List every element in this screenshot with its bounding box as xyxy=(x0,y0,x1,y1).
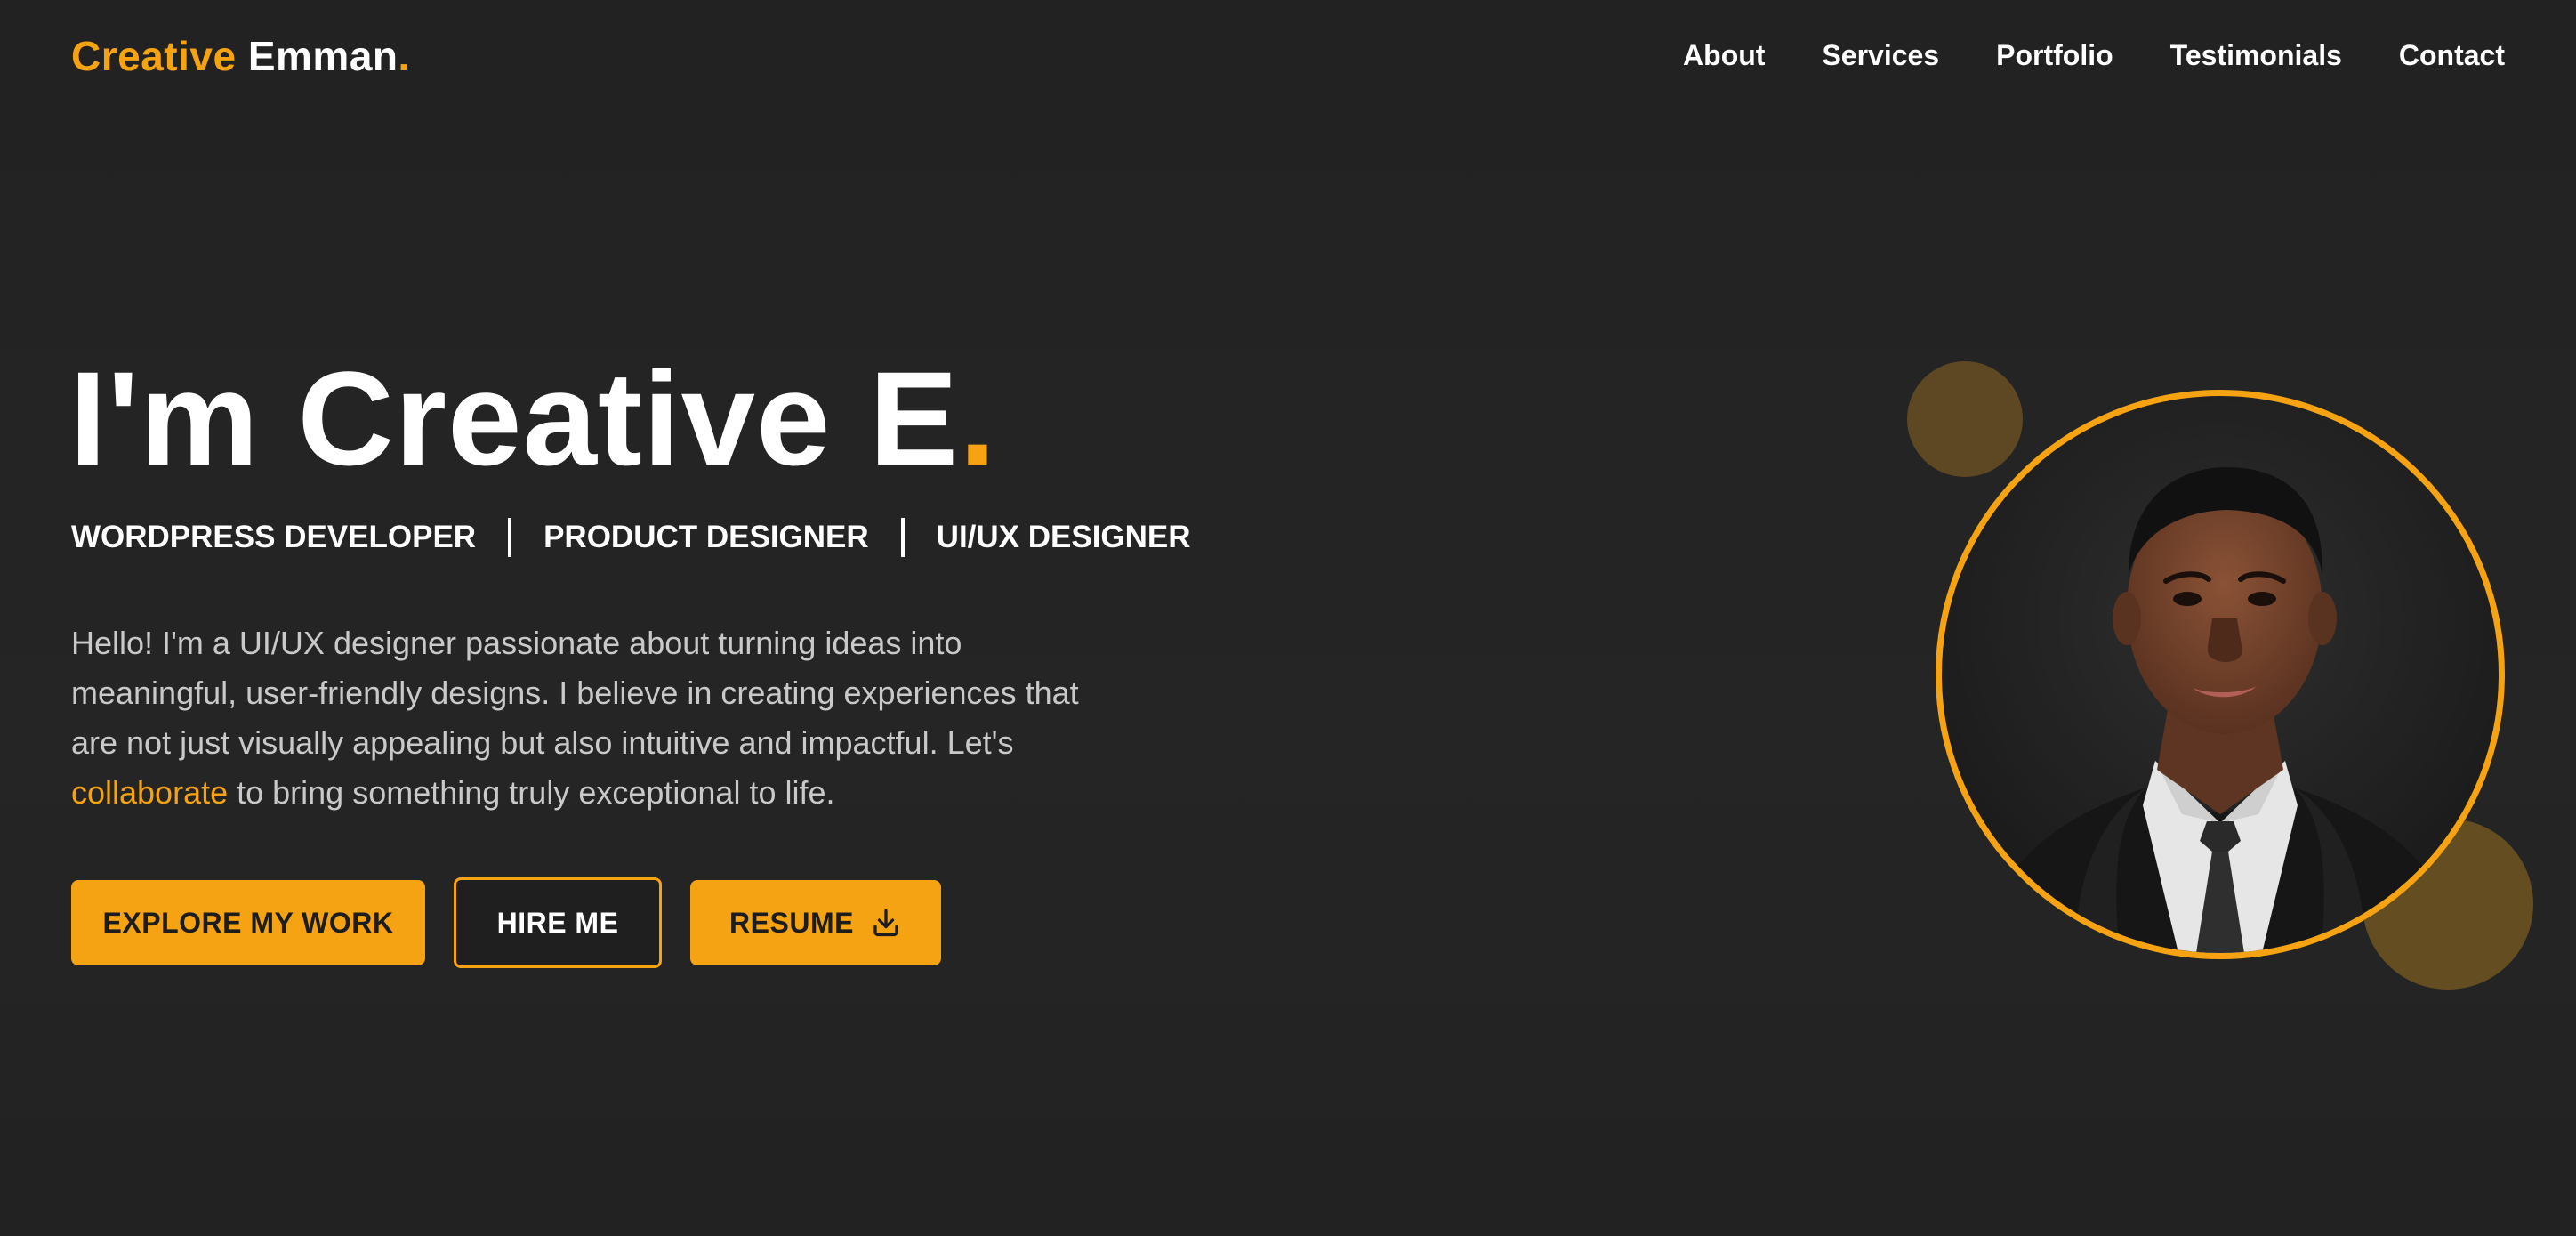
hire-me-button[interactable]: HIRE ME xyxy=(454,877,662,968)
page: Creative Emman. About Services Portfolio… xyxy=(0,0,2576,1236)
nav-contact[interactable]: Contact xyxy=(2399,39,2505,72)
nav-about[interactable]: About xyxy=(1683,39,1765,72)
hire-button-label: HIRE ME xyxy=(496,906,619,939)
hero-buttons: EXPLORE MY WORK HIRE ME RESUME xyxy=(71,877,941,968)
main-nav: About Services Portfolio Testimonials Co… xyxy=(1683,39,2505,72)
hero-title-dot: . xyxy=(959,343,997,493)
role-separator xyxy=(508,518,512,557)
logo[interactable]: Creative Emman. xyxy=(71,32,410,80)
hero-title: I'm Creative E. xyxy=(69,351,997,485)
nav-services[interactable]: Services xyxy=(1822,39,1939,72)
logo-dot: . xyxy=(398,33,410,79)
role-list: WORDPRESS DEVELOPER PRODUCT DESIGNER UI/… xyxy=(71,518,1191,557)
resume-button-label: RESUME xyxy=(729,906,854,939)
collaborate-link[interactable]: collaborate xyxy=(71,774,228,811)
nav-testimonials[interactable]: Testimonials xyxy=(2170,39,2342,72)
person-in-suit-image xyxy=(1977,467,2463,953)
role-wordpress-developer: WORDPRESS DEVELOPER xyxy=(71,520,477,554)
decorative-circle-small xyxy=(1907,361,2023,477)
role-separator xyxy=(900,518,905,557)
logo-name: Emman xyxy=(247,33,398,79)
intro-paragraph: Hello! I'm a UI/UX designer passionate a… xyxy=(71,618,1121,818)
explore-button-label: EXPLORE MY WORK xyxy=(102,906,394,939)
role-product-designer: PRODUCT DESIGNER xyxy=(543,520,869,554)
hero-title-text: I'm Creative E xyxy=(69,343,960,493)
download-icon xyxy=(873,909,898,937)
profile-portrait xyxy=(1936,390,2505,959)
logo-accent: Creative xyxy=(71,33,237,79)
nav-portfolio[interactable]: Portfolio xyxy=(1996,39,2113,72)
explore-my-work-button[interactable]: EXPLORE MY WORK xyxy=(71,880,425,965)
role-uiux-designer: UI/UX DESIGNER xyxy=(936,520,1191,554)
intro-text-end: to bring something truly exceptional to … xyxy=(228,774,835,811)
intro-text-start: Hello! I'm a UI/UX designer passionate a… xyxy=(71,625,1079,761)
resume-button[interactable]: RESUME xyxy=(690,880,941,965)
